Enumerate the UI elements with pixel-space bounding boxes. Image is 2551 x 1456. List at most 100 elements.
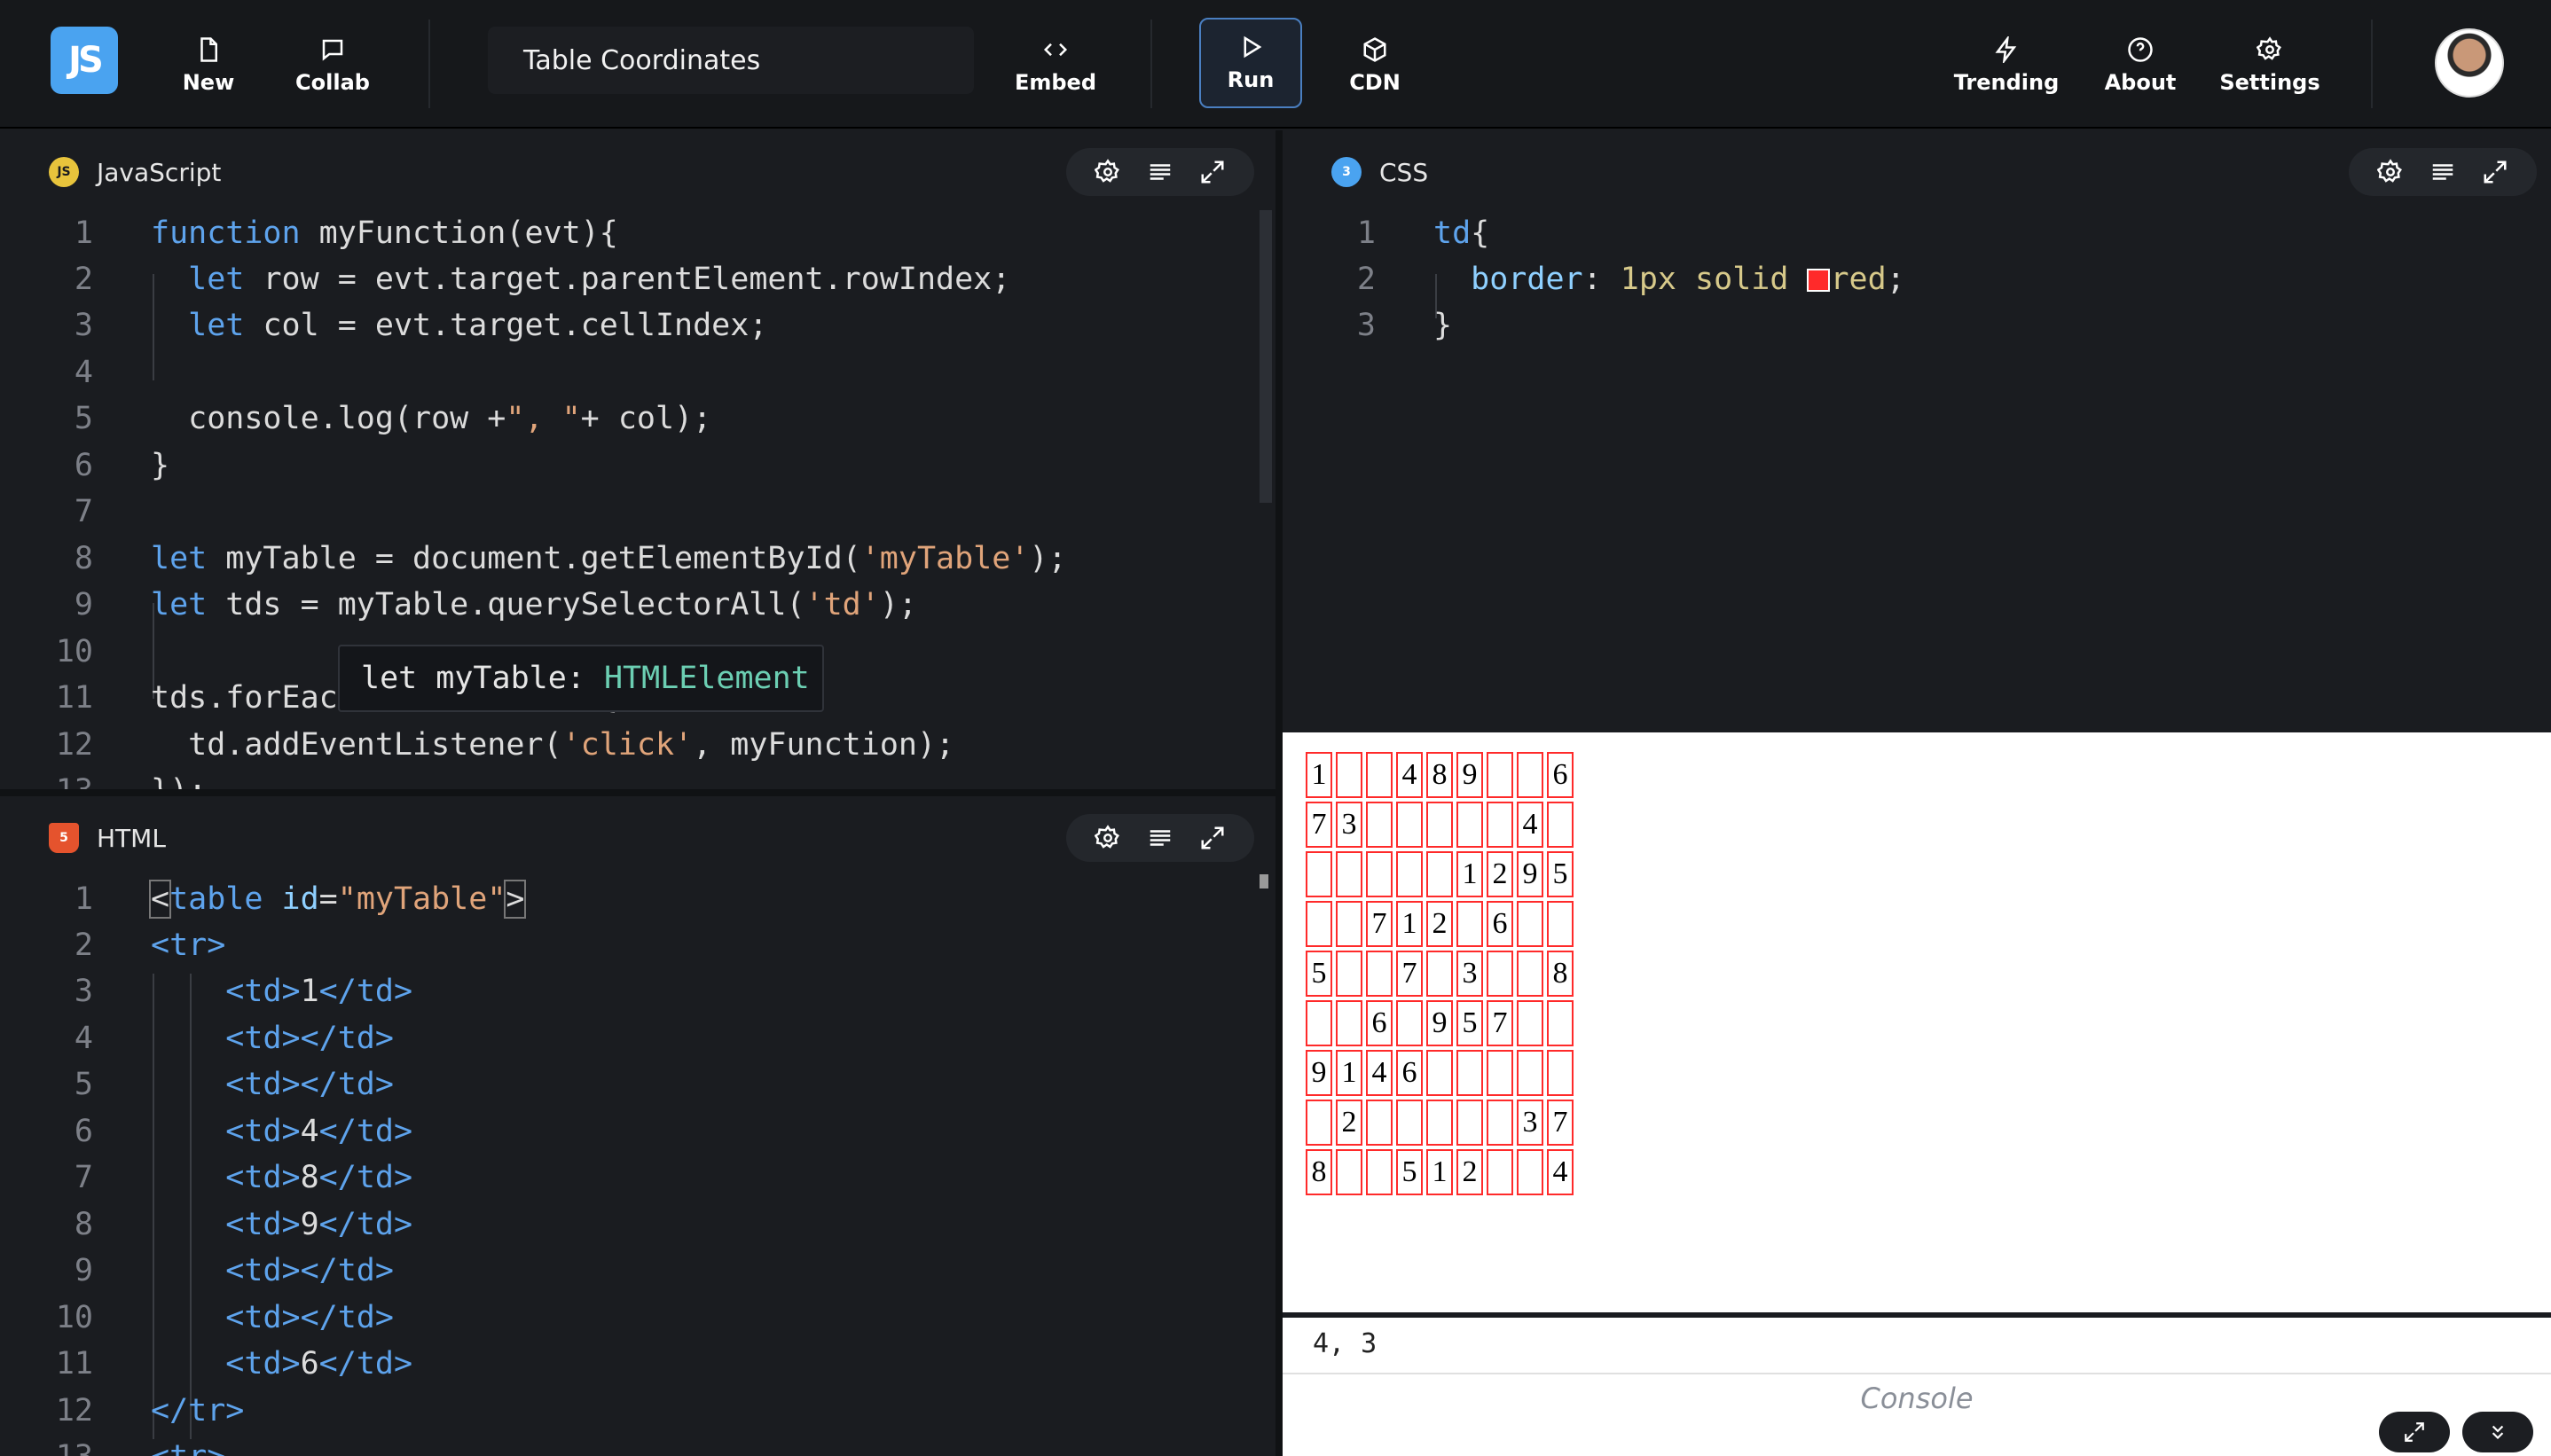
table-cell[interactable]: 6 <box>1396 1050 1423 1096</box>
collab-button[interactable]: Collab <box>291 25 374 106</box>
table-cell[interactable]: 7 <box>1547 1100 1574 1146</box>
table-cell[interactable]: 4 <box>1366 1050 1393 1096</box>
table-cell[interactable] <box>1366 802 1393 848</box>
table-cell[interactable] <box>1487 1149 1513 1195</box>
table-cell[interactable]: 2 <box>1426 901 1453 947</box>
table-cell[interactable]: 3 <box>1456 951 1483 997</box>
console-collapse-button[interactable] <box>2462 1412 2533 1452</box>
color-swatch[interactable] <box>1807 269 1831 292</box>
table-cell[interactable] <box>1336 951 1362 997</box>
table-cell[interactable] <box>1456 1050 1483 1096</box>
table-cell[interactable] <box>1487 752 1513 798</box>
table-cell[interactable]: 7 <box>1487 1000 1513 1046</box>
format-icon[interactable] <box>2429 159 2456 185</box>
embed-button[interactable]: Embed <box>1011 25 1100 106</box>
expand-icon[interactable] <box>2482 159 2508 185</box>
table-cell[interactable] <box>1517 1050 1543 1096</box>
table-cell[interactable]: 7 <box>1306 802 1332 848</box>
table-cell[interactable]: 1 <box>1456 851 1483 897</box>
table-cell[interactable] <box>1336 1149 1362 1195</box>
format-icon[interactable] <box>1147 825 1173 851</box>
table-cell[interactable]: 1 <box>1426 1149 1453 1195</box>
table-cell[interactable] <box>1396 802 1423 848</box>
table-cell[interactable]: 2 <box>1456 1149 1483 1195</box>
table-cell[interactable] <box>1306 1100 1332 1146</box>
table-cell[interactable] <box>1396 1000 1423 1046</box>
settings-button[interactable]: Settings <box>2219 25 2320 106</box>
table-cell[interactable] <box>1547 802 1574 848</box>
expand-icon[interactable] <box>1199 825 1226 851</box>
table-cell[interactable] <box>1426 802 1453 848</box>
table-cell[interactable]: 9 <box>1426 1000 1453 1046</box>
table-cell[interactable]: 1 <box>1336 1050 1362 1096</box>
table-cell[interactable]: 9 <box>1517 851 1543 897</box>
app-logo[interactable]: JS <box>51 27 118 94</box>
table-cell[interactable] <box>1366 752 1393 798</box>
table-cell[interactable]: 5 <box>1547 851 1574 897</box>
table-cell[interactable] <box>1336 1000 1362 1046</box>
table-cell[interactable]: 5 <box>1306 951 1332 997</box>
table-cell[interactable]: 9 <box>1456 752 1483 798</box>
table-cell[interactable]: 4 <box>1547 1149 1574 1195</box>
table-cell[interactable]: 7 <box>1366 901 1393 947</box>
about-button[interactable]: About <box>2102 25 2178 106</box>
table-cell[interactable] <box>1336 851 1362 897</box>
vertical-scrollbar[interactable] <box>1260 874 1268 888</box>
table-cell[interactable] <box>1306 1000 1332 1046</box>
table-cell[interactable] <box>1487 1050 1513 1096</box>
table-cell[interactable]: 6 <box>1487 901 1513 947</box>
new-button[interactable]: New <box>170 25 247 106</box>
table-cell[interactable]: 7 <box>1396 951 1423 997</box>
console-expand-button[interactable] <box>2379 1412 2450 1452</box>
run-button[interactable]: Run <box>1199 18 1302 108</box>
table-cell[interactable]: 5 <box>1396 1149 1423 1195</box>
project-title-input[interactable]: Table Coordinates <box>488 27 974 94</box>
table-cell[interactable]: 8 <box>1547 951 1574 997</box>
table-cell[interactable] <box>1306 851 1332 897</box>
table-cell[interactable] <box>1487 951 1513 997</box>
table-cell[interactable] <box>1366 951 1393 997</box>
cdn-button[interactable]: CDN <box>1346 25 1403 106</box>
table-cell[interactable]: 2 <box>1336 1100 1362 1146</box>
table-cell[interactable]: 4 <box>1396 752 1423 798</box>
format-icon[interactable] <box>1147 159 1173 185</box>
user-avatar[interactable] <box>2435 28 2504 98</box>
table-cell[interactable] <box>1456 802 1483 848</box>
table-cell[interactable] <box>1336 752 1362 798</box>
table-cell[interactable]: 1 <box>1396 901 1423 947</box>
table-cell[interactable] <box>1456 1100 1483 1146</box>
table-cell[interactable]: 3 <box>1517 1100 1543 1146</box>
table-cell[interactable] <box>1426 951 1453 997</box>
table-cell[interactable] <box>1517 951 1543 997</box>
table-cell[interactable] <box>1487 1100 1513 1146</box>
gear-icon[interactable] <box>1095 159 1121 185</box>
table-cell[interactable]: 8 <box>1306 1149 1332 1195</box>
column-resize-handle[interactable] <box>1276 130 1283 1456</box>
table-cell[interactable] <box>1426 1100 1453 1146</box>
table-cell[interactable] <box>1547 1050 1574 1096</box>
vertical-scrollbar[interactable] <box>1260 210 1272 503</box>
gear-icon[interactable] <box>2377 159 2404 185</box>
table-cell[interactable]: 3 <box>1336 802 1362 848</box>
table-cell[interactable] <box>1366 851 1393 897</box>
table-cell[interactable] <box>1547 901 1574 947</box>
table-cell[interactable] <box>1456 901 1483 947</box>
table-cell[interactable] <box>1517 1000 1543 1046</box>
table-cell[interactable] <box>1517 901 1543 947</box>
table-cell[interactable] <box>1547 1000 1574 1046</box>
table-cell[interactable]: 4 <box>1517 802 1543 848</box>
table-cell[interactable] <box>1306 901 1332 947</box>
table-cell[interactable]: 6 <box>1366 1000 1393 1046</box>
table-cell[interactable] <box>1517 1149 1543 1195</box>
table-cell[interactable]: 9 <box>1306 1050 1332 1096</box>
table-cell[interactable] <box>1487 802 1513 848</box>
table-cell[interactable] <box>1336 901 1362 947</box>
pane-resize-handle[interactable] <box>0 789 1276 796</box>
table-cell[interactable]: 8 <box>1426 752 1453 798</box>
table-cell[interactable] <box>1366 1149 1393 1195</box>
table-cell[interactable] <box>1426 1050 1453 1096</box>
table-cell[interactable] <box>1426 851 1453 897</box>
table-cell[interactable] <box>1396 1100 1423 1146</box>
table-cell[interactable]: 6 <box>1547 752 1574 798</box>
gear-icon[interactable] <box>1095 825 1121 851</box>
